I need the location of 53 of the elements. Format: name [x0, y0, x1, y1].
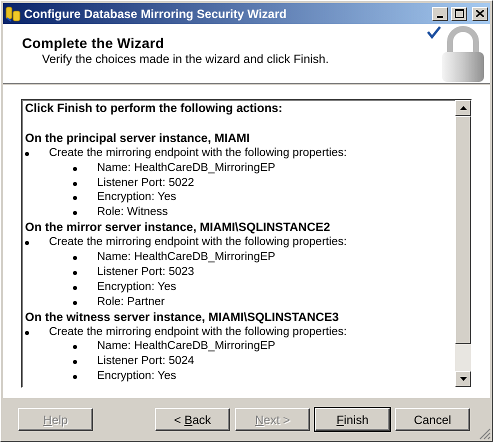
bullet-icon [73, 196, 77, 200]
wizard-button[interactable]: < Back [155, 408, 230, 431]
padlock-icon [424, 24, 486, 82]
wizard-button[interactable]: Cancel [395, 408, 470, 431]
bullet-icon [73, 182, 77, 186]
property-text: Listener Port: 5024 [97, 354, 194, 370]
bullet-icon [73, 166, 77, 171]
scroll-down-button[interactable] [455, 371, 471, 387]
bullet-icon [73, 345, 77, 350]
bullet-icon [25, 152, 29, 156]
action-text: Create the mirroring endpoint with the following properties: [49, 146, 347, 161]
bullet-icon [73, 300, 77, 305]
bullet-icon [73, 270, 77, 275]
property-text: Encryption: Yes [97, 190, 176, 206]
bullet-icon [73, 375, 77, 380]
bullet-icon [25, 330, 29, 335]
action-text: Create the mirroring endpoint with the following properties: [49, 324, 347, 340]
property-text: Name: HealthCareDB_MirroringEP [97, 339, 276, 354]
property-text: Listener Port: 5022 [97, 176, 194, 190]
property-text: Listener Port: 5023 [97, 264, 194, 280]
section-heading: On the principal server instance, MIAMI [25, 130, 251, 146]
property-text: Role: Witness [97, 205, 168, 220]
wizard-button[interactable]: Finish [315, 408, 390, 431]
property-text: Encryption: Yes [97, 369, 176, 384]
property-text: Name: HealthCareDB_MirroringEP [97, 250, 276, 265]
property-text: Encryption: Yes [97, 280, 176, 295]
close-icon [476, 10, 484, 17]
bullet-icon [73, 256, 77, 260]
property-text: Role: Partner [97, 294, 165, 310]
bullet-icon [73, 286, 77, 290]
section-heading: On the witness server instance, MIAMI\SQLINSTANCE3 [25, 310, 340, 325]
up-arrow-icon [460, 106, 466, 110]
maximize-icon [454, 9, 464, 18]
intro-text: Click Finish to perform the following actions: [25, 101, 284, 116]
bullet-icon [25, 241, 29, 246]
section-heading: On the mirror server instance, MIAMI\SQLINSTANCE2 [25, 220, 332, 236]
down-arrow-icon [460, 377, 466, 381]
bullet-icon [73, 360, 77, 364]
window-title: Configure Database Mirroring Security Wizard [24, 6, 288, 20]
page-title: Complete the Wizard [22, 35, 166, 51]
property-text: Name: HealthCareDB_MirroringEP [97, 160, 276, 176]
scroll-up-button[interactable] [455, 100, 471, 116]
close-button[interactable] [472, 6, 488, 20]
maximize-button[interactable] [451, 6, 467, 20]
bullet-icon [73, 211, 77, 216]
minimize-button[interactable] [432, 6, 448, 20]
scrollbar[interactable] [455, 100, 471, 387]
page-subtitle: Verify the choices made in the wizard and click Finish. [41, 52, 330, 66]
database-icon [5, 6, 21, 22]
action-text: Create the mirroring endpoint with the following properties: [49, 235, 347, 250]
resize-grip-icon [479, 428, 491, 440]
minimize-icon [437, 16, 443, 18]
scroll-thumb[interactable] [455, 116, 471, 344]
